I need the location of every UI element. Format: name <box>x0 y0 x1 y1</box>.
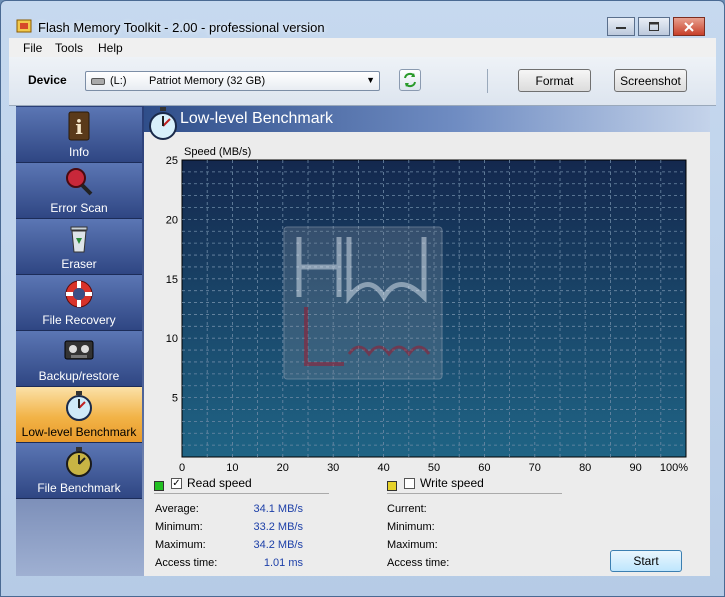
svg-text:i: i <box>75 115 83 139</box>
sidebar-item-label: File Recovery <box>42 313 116 327</box>
chevron-down-icon: ▼ <box>366 75 375 85</box>
x-tick-label: 80 <box>579 462 591 474</box>
sidebar-item-label: Info <box>68 145 89 159</box>
window-title: Flash Memory Toolkit - 2.00 - profession… <box>38 20 325 35</box>
close-button[interactable] <box>673 17 705 36</box>
read-minimum-label: Minimum: <box>155 521 203 533</box>
window-bottom-frame <box>9 576 716 590</box>
format-button[interactable]: Format <box>518 69 591 92</box>
x-tick-label: 0 <box>179 462 185 474</box>
sidebar-item-error-scan[interactable]: Error Scan <box>16 163 142 219</box>
info-icon: i <box>68 111 90 141</box>
watermark-logo <box>283 226 443 380</box>
y-tick-label: 10 <box>166 333 178 345</box>
minimize-icon <box>616 26 626 29</box>
app-window: Flash Memory Toolkit - 2.00 - profession… <box>0 0 725 597</box>
x-tick-label: 100% <box>660 462 688 474</box>
sidebar-item-file-recovery[interactable]: File Recovery <box>16 275 142 331</box>
x-tick-label: 30 <box>327 462 339 474</box>
y-tick-label: 15 <box>166 274 178 286</box>
toolbar-separator <box>487 69 488 93</box>
sidebar-item-label: File Benchmark <box>37 481 121 495</box>
tape-icon <box>64 340 94 360</box>
write-maximum-label: Maximum: <box>387 539 438 551</box>
read-divider <box>154 493 329 494</box>
x-tick-label: 90 <box>629 462 641 474</box>
y-tick-label: 20 <box>166 214 178 226</box>
x-tick-label: 50 <box>428 462 440 474</box>
sidebar-item-backup-restore[interactable]: Backup/restore <box>16 331 142 387</box>
read-access-time-value: 1.01 ms <box>263 557 303 569</box>
y-tick-label: 25 <box>166 155 178 167</box>
x-tick-label: 10 <box>226 462 238 474</box>
sidebar-item-info[interactable]: i Info <box>16 107 142 163</box>
close-icon <box>684 21 694 32</box>
write-speed-checkbox[interactable] <box>404 478 415 489</box>
write-speed-label: Write speed <box>420 476 484 490</box>
read-speed-checkbox[interactable]: ✓ <box>171 478 182 489</box>
start-button[interactable]: Start <box>610 550 682 572</box>
x-tick-label: 60 <box>478 462 490 474</box>
sidebar-item-label: Eraser <box>61 257 97 271</box>
device-label: Device <box>28 73 67 87</box>
minimize-button[interactable] <box>607 17 635 36</box>
menu-file[interactable]: File <box>23 41 42 55</box>
drive-letter: (L:) <box>110 75 127 87</box>
sidebar-item-label: Low-level Benchmark <box>21 425 137 439</box>
title-bar[interactable]: Flash Memory Toolkit - 2.00 - profession… <box>1 1 724 37</box>
recycle-bin-icon <box>70 226 88 253</box>
app-icon <box>16 19 32 33</box>
read-average-label: Average: <box>155 503 199 515</box>
x-axis-ticks: 0 10 20 30 40 50 60 70 80 90 100% <box>179 462 688 474</box>
write-minimum-label: Minimum: <box>387 521 435 533</box>
read-maximum-label: Maximum: <box>155 539 206 551</box>
write-divider <box>387 493 562 494</box>
sidebar-item-low-level-benchmark[interactable]: Low-level Benchmark <box>16 387 142 443</box>
sidebar-item-file-benchmark[interactable]: File Benchmark <box>16 443 142 499</box>
y-tick-label: 5 <box>172 393 178 405</box>
panel-header: Low-level Benchmark <box>144 106 710 132</box>
sidebar-item-label: Error Scan <box>50 201 108 215</box>
refresh-button[interactable] <box>399 69 421 91</box>
device-dropdown[interactable]: (L:) Patriot Memory (32 GB) ▼ <box>85 71 380 91</box>
x-tick-label: 70 <box>529 462 541 474</box>
screenshot-button[interactable]: Screenshot <box>614 69 687 92</box>
read-access-time-label: Access time: <box>155 557 218 569</box>
sidebar: i Info Error Scan Eraser File Recovery B… <box>16 106 144 576</box>
read-legend-swatch <box>154 481 164 491</box>
sidebar-item-eraser[interactable]: Eraser <box>16 219 142 275</box>
refresh-icon <box>404 72 416 88</box>
speed-chart: 5 10 15 20 25 0 10 20 30 40 50 60 70 80 90 100% <box>166 155 689 474</box>
lifebuoy-icon <box>65 280 93 308</box>
menu-tools[interactable]: Tools <box>55 41 83 55</box>
read-minimum-value: 33.2 MB/s <box>253 521 303 533</box>
benchmark-panel: Low-level Benchmark Speed (MB/s) 5 10 15… <box>144 106 710 576</box>
x-tick-label: 20 <box>277 462 289 474</box>
menu-bar: File Tools Help <box>9 38 716 57</box>
drive-name: Patriot Memory (32 GB) <box>149 75 266 87</box>
magnifier-icon <box>66 168 93 196</box>
maximize-icon <box>649 22 659 31</box>
page-title: Low-level Benchmark <box>180 110 333 127</box>
toolbar: Device (L:) Patriot Memory (32 GB) ▼ For… <box>9 57 716 106</box>
maximize-button[interactable] <box>638 17 670 36</box>
sidebar-item-label: Backup/restore <box>38 369 120 383</box>
read-average-value: 34.1 MB/s <box>253 503 303 515</box>
write-access-time-label: Access time: <box>387 557 450 569</box>
write-current-label: Current: <box>387 503 427 515</box>
write-legend-swatch <box>387 481 397 491</box>
y-axis-ticks: 5 10 15 20 25 <box>166 155 178 405</box>
stopwatch-icon <box>66 391 92 421</box>
x-tick-label: 40 <box>377 462 389 474</box>
read-speed-label: Read speed <box>187 476 252 490</box>
drive-icon <box>91 78 105 85</box>
read-maximum-value: 34.2 MB/s <box>253 539 303 551</box>
stopwatch-dark-icon <box>66 447 92 477</box>
menu-help[interactable]: Help <box>98 41 123 55</box>
